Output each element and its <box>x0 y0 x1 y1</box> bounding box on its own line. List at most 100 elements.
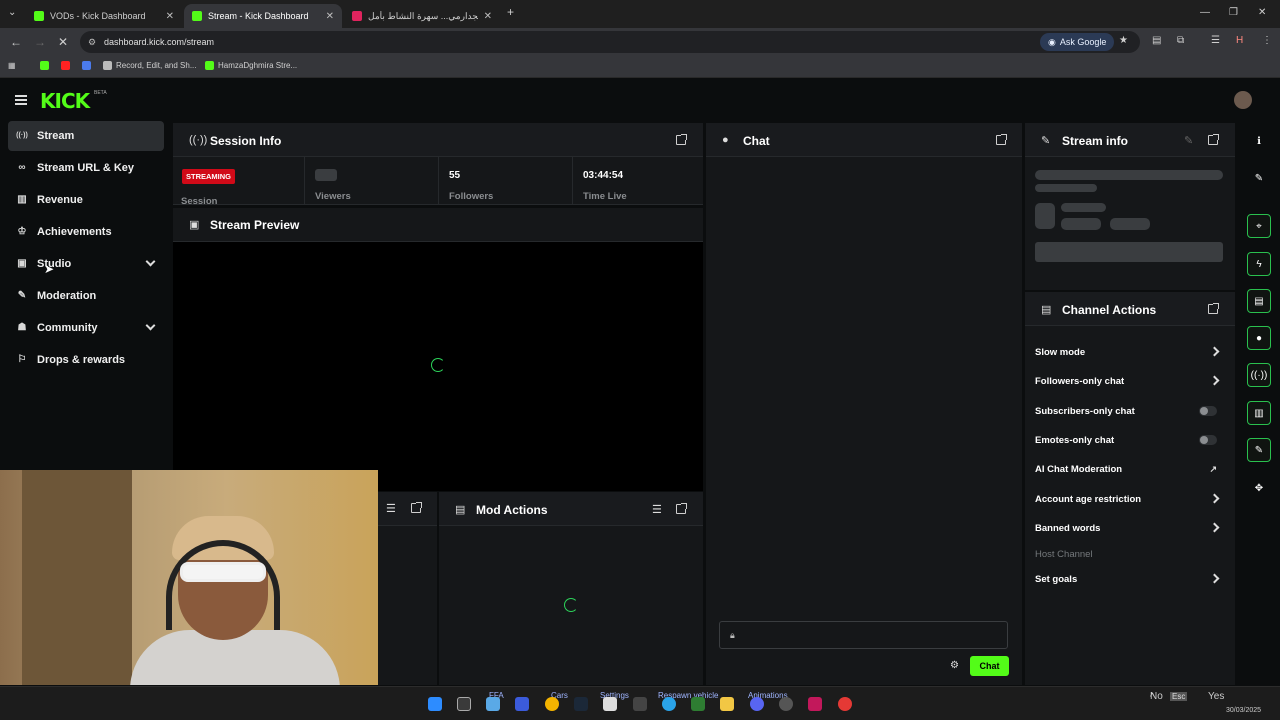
new-tab-button[interactable]: + <box>507 5 514 19</box>
sidebar-item-stream-url-key[interactable]: ∞ Stream URL & Key <box>8 153 164 183</box>
calendar-icon[interactable] <box>603 697 617 711</box>
stop-icon[interactable]: ✕ <box>58 35 68 49</box>
close-tab-icon[interactable]: ✕ <box>326 11 334 22</box>
bookmark-star-icon[interactable]: ★ <box>1119 35 1128 46</box>
channel-action-emotes-only-chat[interactable]: Emotes-only chat <box>1035 430 1225 450</box>
sidebar-item-community[interactable]: ☗ Community <box>8 313 164 343</box>
channel-action-followers-only-chat[interactable]: Followers-only chat <box>1035 371 1225 391</box>
tab-youtube[interactable]: واالجدارمي... سهرة النشاط بأمل ✕ <box>344 4 500 28</box>
sidebar-item-stream[interactable]: ((·)) Stream <box>8 121 164 151</box>
sidepanel-icon[interactable]: ☰ <box>1211 35 1220 46</box>
site-info-icon[interactable]: ⚙ <box>88 37 96 48</box>
toggle-switch[interactable] <box>1199 435 1217 445</box>
app-icon[interactable] <box>691 697 705 711</box>
chevron-right-icon[interactable] <box>1209 493 1220 504</box>
chevron-right-icon[interactable] <box>1209 375 1220 386</box>
mod-actions-header: ▤ Mod Actions ☰ <box>439 492 703 526</box>
apps-grid-icon[interactable]: ▦ <box>8 61 16 70</box>
chevron-right-icon[interactable] <box>1209 346 1220 357</box>
channel-action-ai-chat-moderation[interactable]: AI Chat Moderation ↗ <box>1035 459 1225 479</box>
hamburger-menu-icon[interactable] <box>15 95 27 105</box>
restore-icon[interactable]: ❐ <box>1229 7 1238 18</box>
lightning-icon[interactable]: ϟ <box>1247 252 1271 276</box>
close-tab-icon[interactable]: ✕ <box>166 11 174 22</box>
popout-icon[interactable] <box>996 134 1007 145</box>
file-explorer-icon[interactable] <box>720 697 734 711</box>
chrome-profile-icon[interactable] <box>838 697 852 711</box>
clipboard-icon[interactable]: ▤ <box>1247 289 1271 313</box>
chat-send-button[interactable]: Chat <box>970 656 1009 676</box>
edit-pencil-icon[interactable]: ✎ <box>1184 134 1193 147</box>
puzzle-icon[interactable]: ⧉ <box>1177 35 1184 46</box>
task-view-icon[interactable] <box>457 697 471 711</box>
filter-icon[interactable]: ☰ <box>386 502 396 515</box>
popout-icon[interactable] <box>1208 134 1219 145</box>
app-icon[interactable] <box>515 697 529 711</box>
filter-icon[interactable]: ☰ <box>652 503 662 516</box>
app-icon[interactable] <box>808 697 822 711</box>
bookmark-record[interactable]: Record, Edit, and Sh... <box>103 61 197 70</box>
sidebar-item-moderation[interactable]: ✎ Moderation <box>8 281 164 311</box>
bookmark-youtube[interactable] <box>61 61 70 70</box>
url-text[interactable]: dashboard.kick.com/stream <box>104 37 214 47</box>
close-window-icon[interactable]: ✕ <box>1258 7 1266 18</box>
forward-icon[interactable]: → <box>34 35 46 49</box>
checkmark-app-icon[interactable] <box>486 697 500 711</box>
channel-action-slow-mode[interactable]: Slow mode <box>1035 342 1225 362</box>
close-tab-icon[interactable]: ✕ <box>484 11 492 22</box>
app-icon[interactable] <box>779 697 793 711</box>
stat-followers: 55 Followers <box>438 157 571 205</box>
popout-icon[interactable] <box>411 502 422 513</box>
chevron-right-icon[interactable] <box>1209 573 1220 584</box>
channel-action-account-age-restriction[interactable]: Account age restriction <box>1035 489 1225 509</box>
kick-logo[interactable]: KICK <box>40 89 90 113</box>
stream-info-header: ✎ Stream info ✎ <box>1025 123 1235 157</box>
chevron-right-icon[interactable] <box>1209 522 1220 533</box>
app-icon[interactable] <box>633 697 647 711</box>
info-icon[interactable]: ℹ <box>1247 129 1271 153</box>
tab-search-icon[interactable]: ⌄ <box>8 7 16 18</box>
popout-icon[interactable] <box>676 503 687 514</box>
menu-kebab-icon[interactable]: ⋮ <box>1262 35 1272 46</box>
discord-icon[interactable] <box>750 697 764 711</box>
chat-settings-gear-icon[interactable]: ⚙ <box>950 660 959 671</box>
bookmark-kick[interactable] <box>40 61 49 70</box>
profile-icon[interactable]: H <box>1236 35 1243 46</box>
toggle-switch[interactable] <box>1199 406 1217 416</box>
sidebar-item-revenue[interactable]: ▥ Revenue <box>8 185 164 215</box>
ask-google-button[interactable]: ◉ Ask Google <box>1040 33 1115 51</box>
edit-icon[interactable]: ✎ <box>1247 166 1271 190</box>
wrench-icon[interactable]: ✎ <box>1247 438 1271 462</box>
chrome-icon[interactable] <box>545 697 559 711</box>
channel-action-banned-words[interactable]: Banned words <box>1035 518 1225 538</box>
avatar[interactable] <box>1234 91 1252 109</box>
sidebar-item-studio[interactable]: ▣ Studio <box>8 249 164 279</box>
channel-action-subscribers-only-chat[interactable]: Subscribers-only chat <box>1035 401 1225 421</box>
external-link-icon[interactable]: ↗ <box>1209 464 1217 475</box>
broadcast-icon[interactable]: ((·)) <box>1247 363 1271 387</box>
popout-icon[interactable] <box>1208 303 1219 314</box>
tab-stream[interactable]: Stream - Kick Dashboard ✕ <box>184 4 342 28</box>
sidebar-item-drops-rewards[interactable]: ⚐ Drops & rewards <box>8 345 164 375</box>
channel-action-host-channel[interactable]: Host Channel <box>1035 544 1225 564</box>
sidebar-item-achievements[interactable]: ♔ Achievements <box>8 217 164 247</box>
popout-icon[interactable] <box>676 134 687 145</box>
bookmark-hamza[interactable]: HamzaDghmira Stre... <box>205 61 297 70</box>
tab-vods[interactable]: VODs - Kick Dashboard ✕ <box>26 4 182 28</box>
start-menu-icon[interactable] <box>428 697 442 711</box>
chat-message-input[interactable]: 🔒︎ <box>719 621 1008 649</box>
add-widget-icon[interactable]: ✥ <box>1247 476 1271 500</box>
telegram-icon[interactable] <box>662 697 676 711</box>
camera-focus-icon[interactable]: ⌖ <box>1247 214 1271 238</box>
chevron-down-icon[interactable] <box>145 256 156 267</box>
extension-icon[interactable]: ▤ <box>1152 35 1161 46</box>
steam-icon[interactable] <box>574 697 588 711</box>
layout-icon[interactable]: ▥ <box>1247 401 1271 425</box>
chat-bubble-icon[interactable]: ● <box>1247 326 1271 350</box>
minimize-icon[interactable]: — <box>1200 7 1210 18</box>
omnibox[interactable]: ⚙ dashboard.kick.com/stream <box>80 31 1140 53</box>
chevron-down-icon[interactable] <box>145 320 156 331</box>
channel-action-set-goals[interactable]: Set goals <box>1035 569 1225 589</box>
bookmark-ext[interactable] <box>82 61 91 70</box>
back-icon[interactable]: ← <box>10 35 22 49</box>
